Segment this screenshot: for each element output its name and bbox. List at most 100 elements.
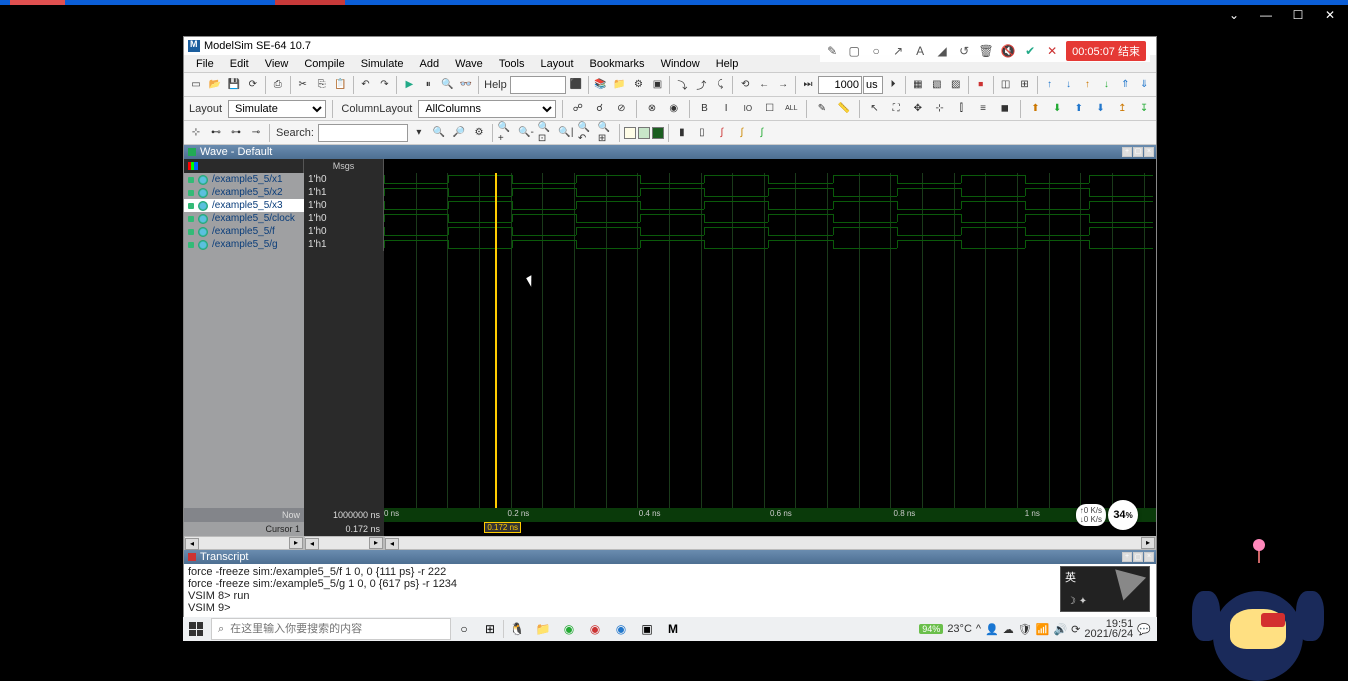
columnlayout-select[interactable]: AllColumns bbox=[418, 100, 556, 118]
format3-icon[interactable]: ∫ bbox=[713, 124, 731, 142]
down3-icon[interactable]: ⇓ bbox=[1135, 76, 1153, 94]
taskbar-search-input[interactable] bbox=[230, 623, 420, 635]
taskbar-search[interactable]: ⌕ bbox=[211, 618, 451, 640]
wave-close-icon[interactable]: × bbox=[1144, 147, 1154, 157]
link3-icon[interactable]: ⊘ bbox=[612, 100, 630, 118]
run-length-icon[interactable]: ⏭ bbox=[799, 76, 817, 94]
signal-panel[interactable]: /example5_5/x1/example5_5/x2/example5_5/… bbox=[184, 173, 304, 508]
search-dropdown-icon[interactable]: ▾ bbox=[410, 124, 428, 142]
cut-icon[interactable]: ✂ bbox=[294, 76, 312, 94]
menu-add[interactable]: Add bbox=[412, 57, 448, 71]
wechat-icon[interactable]: ◉ bbox=[558, 618, 580, 640]
zoom-area-icon[interactable]: ⛶ bbox=[887, 100, 905, 118]
tray-shield-icon[interactable]: 🛡 bbox=[1018, 623, 1032, 636]
black-icon[interactable]: ◼ bbox=[996, 100, 1014, 118]
help-go-icon[interactable]: ⬛ bbox=[567, 76, 585, 94]
layout-select[interactable]: Simulate bbox=[228, 100, 326, 118]
print-icon[interactable]: ⎙ bbox=[269, 76, 287, 94]
arrow-select-icon[interactable]: ↖ bbox=[866, 100, 884, 118]
compile-icon[interactable]: ⚙ bbox=[630, 76, 648, 94]
ime-overlay[interactable]: 英 ☽ ✦ bbox=[1060, 566, 1150, 612]
transcript-close-icon[interactable]: × bbox=[1144, 552, 1154, 562]
check-icon[interactable]: ✔ bbox=[1022, 43, 1038, 59]
signal-row[interactable]: /example5_5/x2 bbox=[184, 186, 304, 199]
color-yellow-icon[interactable] bbox=[624, 127, 636, 139]
find-icon[interactable]: 🔍 bbox=[438, 76, 456, 94]
cursor-ruler[interactable]: 0.172 ns bbox=[384, 522, 1156, 536]
tray-wifi-icon[interactable]: 📶 bbox=[1036, 623, 1050, 636]
expand4-icon[interactable]: ⊸ bbox=[247, 124, 265, 142]
link1-icon[interactable]: ☍ bbox=[569, 100, 587, 118]
trash-icon[interactable]: 🗑 bbox=[978, 43, 994, 59]
arrow-icon[interactable]: ↗ bbox=[890, 43, 906, 59]
step-over-icon[interactable]: ⤴ bbox=[692, 76, 710, 94]
run-all-icon[interactable]: ⏵ bbox=[884, 76, 902, 94]
layout2-icon[interactable]: ⊞ bbox=[1016, 76, 1034, 94]
recording-timer[interactable]: 00:05:07 结束 bbox=[1066, 41, 1146, 61]
wave-add-icon[interactable]: + bbox=[1122, 147, 1132, 157]
up1-icon[interactable]: ↑ bbox=[1041, 76, 1059, 94]
cov2-icon[interactable]: ▧ bbox=[928, 76, 946, 94]
bus-tool-icon[interactable]: ≡ bbox=[974, 100, 992, 118]
close-icon[interactable]: ✕ bbox=[1044, 43, 1060, 59]
color-dark-icon[interactable] bbox=[652, 127, 664, 139]
explorer-icon[interactable]: 📁 bbox=[532, 618, 554, 640]
cov3-icon[interactable]: ▨ bbox=[947, 76, 965, 94]
format2-icon[interactable]: ▯ bbox=[693, 124, 711, 142]
link2-icon[interactable]: ☌ bbox=[591, 100, 609, 118]
redo-icon[interactable]: ↷ bbox=[375, 76, 393, 94]
break-all-icon[interactable]: ⊗ bbox=[643, 100, 661, 118]
mute-icon[interactable]: 🔇 bbox=[1000, 43, 1016, 59]
y6-icon[interactable]: ↧ bbox=[1135, 100, 1153, 118]
signal-row[interactable]: /example5_5/x1 bbox=[184, 173, 304, 186]
edge-tool-icon[interactable]: ⫿ bbox=[952, 100, 970, 118]
menu-window[interactable]: Window bbox=[653, 57, 708, 71]
open-icon[interactable]: 📂 bbox=[206, 76, 224, 94]
transcript[interactable]: force -freeze sim:/example5_5/f 1 0, 0 {… bbox=[184, 564, 1156, 624]
pencil-icon[interactable]: ✎ bbox=[824, 43, 840, 59]
up2-icon[interactable]: ↑ bbox=[1078, 76, 1096, 94]
square-icon[interactable]: ▢ bbox=[846, 43, 862, 59]
restart-icon[interactable]: ⟲ bbox=[736, 76, 754, 94]
transcript-dock-icon[interactable]: ▢ bbox=[1133, 552, 1143, 562]
measure-icon[interactable]: 📏 bbox=[835, 100, 853, 118]
msg-scroll-right[interactable]: ▸ bbox=[369, 537, 383, 549]
signal-row[interactable]: /example5_5/x3 bbox=[184, 199, 304, 212]
arrow-right-icon[interactable]: → bbox=[774, 76, 792, 94]
search-next-icon[interactable]: 🔎 bbox=[450, 124, 468, 142]
down1-icon[interactable]: ↓ bbox=[1060, 76, 1078, 94]
zoom-full-icon[interactable]: 🔍⊡ bbox=[537, 124, 555, 142]
edge-icon[interactable]: ◉ bbox=[610, 618, 632, 640]
color-green-icon[interactable] bbox=[638, 127, 650, 139]
menu-help[interactable]: Help bbox=[708, 57, 747, 71]
network-float[interactable]: ↑0 K/s ↓0 K/s 34% bbox=[1076, 500, 1138, 530]
layout1-icon[interactable]: ◫ bbox=[997, 76, 1015, 94]
run-icon[interactable]: ▶ bbox=[400, 76, 418, 94]
menu-wave[interactable]: Wave bbox=[447, 57, 491, 71]
wave-scroll-right[interactable]: ▸ bbox=[1141, 537, 1155, 549]
new-icon[interactable]: ▭ bbox=[187, 76, 205, 94]
format4-icon[interactable]: ∫ bbox=[733, 124, 751, 142]
circle-icon[interactable]: ○ bbox=[868, 43, 884, 59]
format1-icon[interactable]: ▮ bbox=[673, 124, 691, 142]
tray-sync-icon[interactable]: ⟳ bbox=[1071, 623, 1080, 636]
paste-icon[interactable]: 📋 bbox=[332, 76, 350, 94]
search-input[interactable] bbox=[318, 124, 408, 142]
host-maximize[interactable]: ☐ bbox=[1282, 4, 1314, 26]
zoom-cursor-icon[interactable]: 🔍| bbox=[557, 124, 575, 142]
text-icon[interactable]: A bbox=[912, 43, 928, 59]
break-icon[interactable]: ⏸ bbox=[419, 76, 437, 94]
radix-i-icon[interactable]: I bbox=[717, 100, 735, 118]
save-icon[interactable]: 💾 bbox=[225, 76, 243, 94]
radix-all-icon[interactable]: ALL bbox=[782, 100, 800, 118]
project-icon[interactable]: 📁 bbox=[611, 76, 629, 94]
undo2-icon[interactable]: ↺ bbox=[956, 43, 972, 59]
taskview-icon[interactable]: ⊞ bbox=[479, 618, 501, 640]
radix-o-icon[interactable]: ☐ bbox=[761, 100, 779, 118]
cursor-tool-icon[interactable]: ⊹ bbox=[931, 100, 949, 118]
msg-scroll-left[interactable]: ◂ bbox=[305, 538, 319, 550]
modelsim-taskbar-icon[interactable]: M bbox=[662, 618, 684, 640]
sig-scroll-left[interactable]: ◂ bbox=[185, 538, 199, 550]
step-out-icon[interactable]: ⤹ bbox=[711, 76, 729, 94]
sig-scroll-right[interactable]: ▸ bbox=[289, 537, 303, 549]
